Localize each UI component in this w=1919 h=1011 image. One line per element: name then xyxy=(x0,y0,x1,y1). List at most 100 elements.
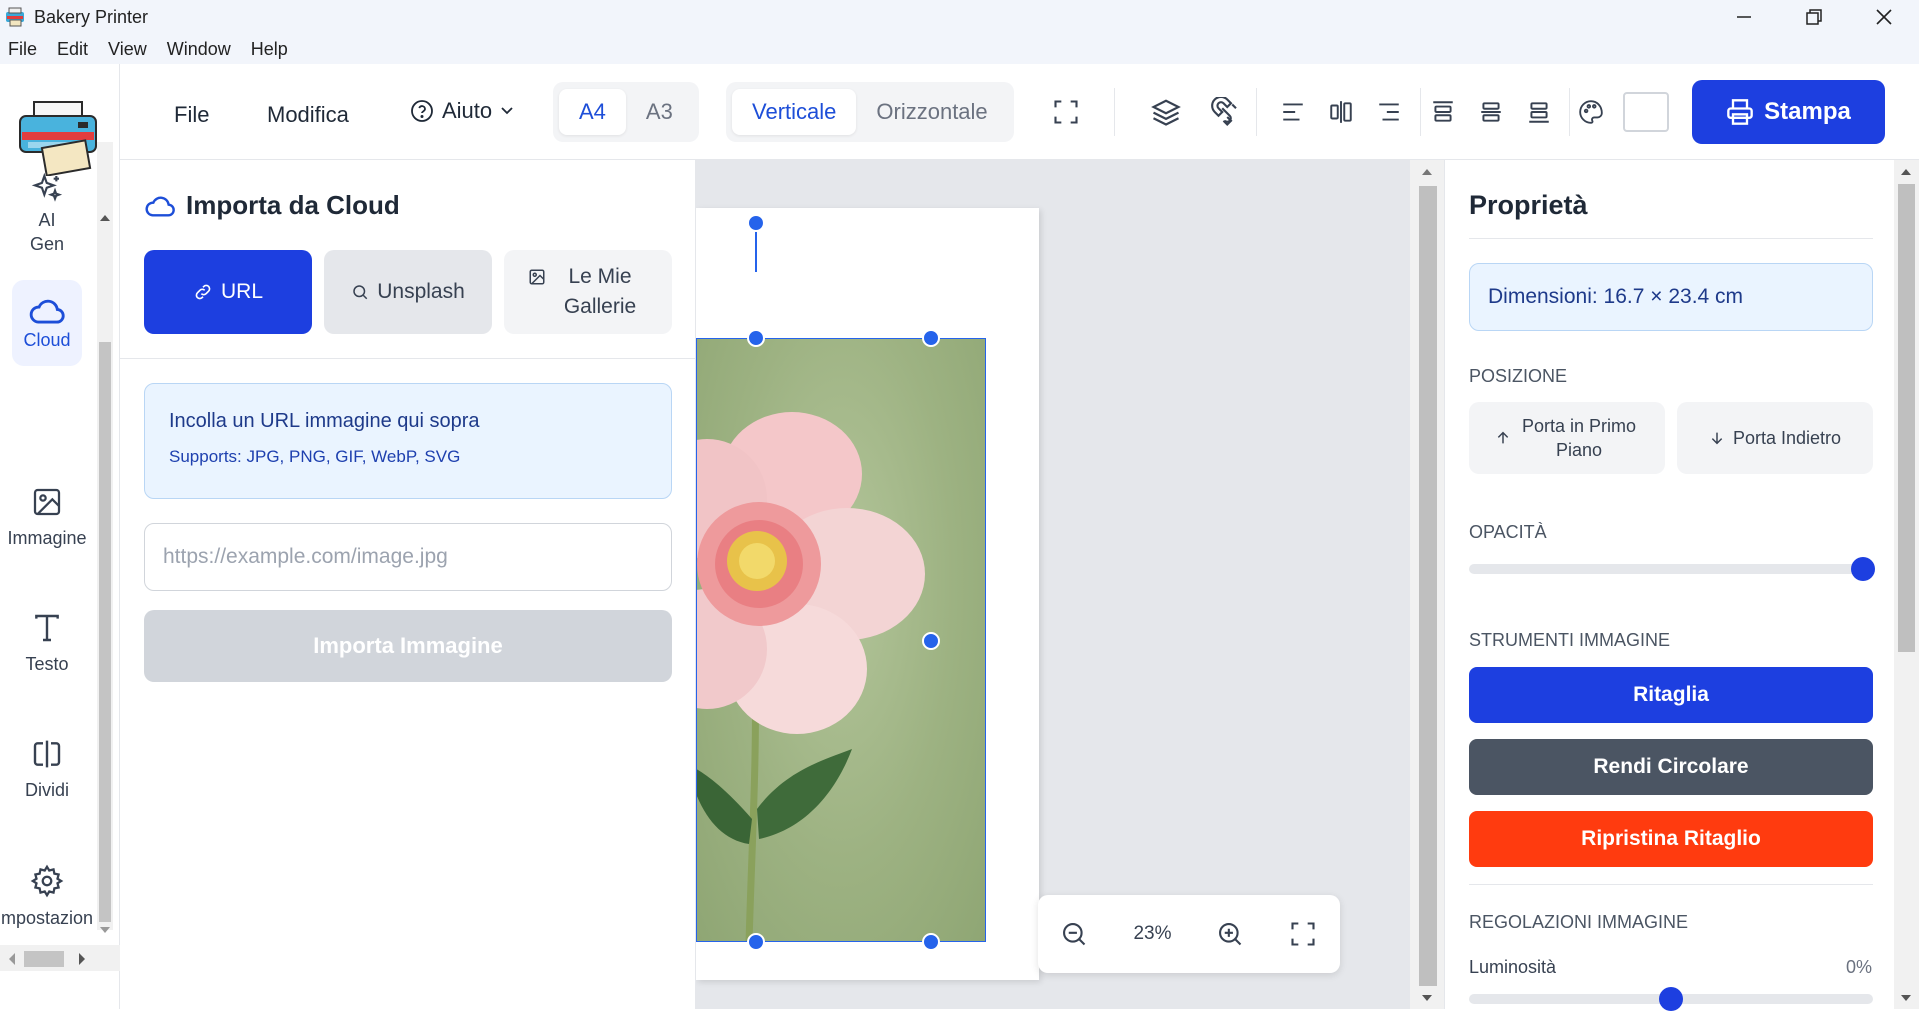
zoom-in-icon[interactable] xyxy=(1216,920,1244,948)
fullscreen-icon[interactable] xyxy=(1289,920,1317,948)
background-color-swatch[interactable] xyxy=(1623,92,1669,132)
tab-url[interactable]: URL xyxy=(144,250,312,334)
menu-edit[interactable]: Edit xyxy=(57,39,88,60)
menu-window[interactable]: Window xyxy=(167,39,231,60)
menu-help[interactable]: Help xyxy=(251,39,288,60)
restore-button[interactable] xyxy=(1779,0,1849,34)
scroll-up-icon[interactable] xyxy=(1901,168,1911,176)
properties-scrollbar-thumb[interactable] xyxy=(1898,184,1915,652)
rail-scrollbar[interactable] xyxy=(97,142,113,933)
rail-scrollbar-thumb[interactable] xyxy=(99,342,111,922)
layers-icon xyxy=(1151,99,1181,126)
info-supported-formats: Supports: JPG, PNG, GIF, WebP, SVG xyxy=(169,447,461,466)
title-bar: Bakery Printer xyxy=(0,0,1919,34)
paper-a4-option[interactable]: A4 xyxy=(559,89,626,135)
scroll-down-icon[interactable] xyxy=(1901,994,1911,1002)
image-url-input[interactable] xyxy=(144,523,672,591)
cloud-icon xyxy=(145,196,175,217)
design-canvas[interactable]: 23% xyxy=(696,160,1410,1009)
minimize-button[interactable] xyxy=(1709,0,1779,34)
image-adjustments-section-label: REGOLAZIONI IMMAGINE xyxy=(1469,912,1689,932)
palette-button[interactable] xyxy=(1573,94,1609,130)
opacity-slider-knob[interactable] xyxy=(1851,557,1875,581)
rail-cloud[interactable]: Cloud xyxy=(12,280,82,366)
properties-scrollbar[interactable] xyxy=(1894,160,1919,1009)
tab-url-label: URL xyxy=(220,280,263,303)
opacity-slider[interactable] xyxy=(1469,557,1875,581)
help-dropdown[interactable]: Aiuto xyxy=(410,98,514,124)
edit-menu-button[interactable]: Modifica xyxy=(267,102,349,128)
toolbar-divider xyxy=(1569,88,1570,136)
rail-split[interactable]: Dividi xyxy=(12,738,82,801)
brightness-slider[interactable] xyxy=(1469,987,1873,1011)
scroll-down-icon[interactable] xyxy=(1422,994,1432,1002)
rail-image-label: Immagine xyxy=(7,528,87,548)
close-button[interactable] xyxy=(1849,0,1919,34)
arrow-up-icon xyxy=(1497,431,1509,444)
crop-button[interactable]: Ritaglia xyxy=(1469,667,1873,723)
brightness-slider-knob[interactable] xyxy=(1659,987,1683,1011)
send-backward-button[interactable]: Porta Indietro xyxy=(1677,402,1873,474)
align-right-button[interactable] xyxy=(1371,94,1407,130)
rail-ai-gen[interactable]: AI Gen xyxy=(12,172,82,256)
align-right-icon xyxy=(1379,103,1399,121)
canvas-scrollbar-thumb[interactable] xyxy=(1419,186,1437,986)
align-left-button[interactable] xyxy=(1275,94,1311,130)
top-toolbar: File Modifica Aiuto A4 A3 Verticale Oriz… xyxy=(120,64,1919,160)
resize-handle-bottom-right[interactable] xyxy=(922,933,940,951)
tab-unsplash-label: Unsplash xyxy=(377,280,465,303)
tab-galleries[interactable]: Le Mie Gallerie xyxy=(504,250,672,334)
text-icon xyxy=(35,614,59,642)
file-menu-button[interactable]: File xyxy=(174,102,209,128)
resize-handle-bottom-left[interactable] xyxy=(747,933,765,951)
toolbar-divider xyxy=(1256,88,1257,136)
orientation-portrait-option[interactable]: Verticale xyxy=(732,89,857,135)
align-middle-button[interactable] xyxy=(1473,94,1509,130)
scroll-right-icon[interactable] xyxy=(78,953,86,965)
rail-image[interactable]: Immagine xyxy=(0,486,94,549)
align-bottom-button[interactable] xyxy=(1521,94,1557,130)
zoom-out-icon[interactable] xyxy=(1060,920,1088,948)
rail-split-label: Dividi xyxy=(24,780,69,800)
orientation-landscape-option[interactable]: Orizzontale xyxy=(856,89,1007,135)
canvas-scrollbar[interactable] xyxy=(1410,160,1444,1009)
toolbar-divider xyxy=(1420,88,1421,136)
rail-settings[interactable]: mpostazion xyxy=(0,864,94,929)
menu-file[interactable]: File xyxy=(8,39,37,60)
align-center-vertical-icon xyxy=(1330,101,1352,123)
rail-hscroll-thumb[interactable] xyxy=(24,951,64,967)
scroll-up-icon[interactable] xyxy=(100,214,110,222)
import-image-button[interactable]: Importa Immagine xyxy=(144,610,672,682)
orientation-toggle: Verticale Orizzontale xyxy=(726,82,1014,142)
align-top-button[interactable] xyxy=(1425,94,1461,130)
scroll-up-icon[interactable] xyxy=(1422,168,1432,176)
scroll-down-icon[interactable] xyxy=(100,926,110,934)
align-top-icon xyxy=(1433,101,1453,122)
resize-handle-right[interactable] xyxy=(922,632,940,650)
menu-view[interactable]: View xyxy=(108,39,147,60)
properties-divider xyxy=(1469,884,1873,885)
bring-to-front-label: Porta in Primo Piano xyxy=(1521,416,1637,460)
reset-crop-button[interactable]: Ripristina Ritaglio xyxy=(1469,811,1873,867)
info-main-text: Incolla un URL immagine qui sopra xyxy=(169,410,480,432)
magnet-icon xyxy=(1211,97,1237,127)
rotation-handle[interactable] xyxy=(747,214,765,232)
resize-handle-top-left[interactable] xyxy=(747,329,765,347)
align-center-button[interactable] xyxy=(1323,94,1359,130)
paper-a3-option[interactable]: A3 xyxy=(626,89,693,135)
arrow-down-icon xyxy=(1711,432,1723,445)
rail-text[interactable]: Testo xyxy=(12,612,82,675)
print-button[interactable]: Stampa xyxy=(1692,80,1885,144)
resize-handle-top-right[interactable] xyxy=(922,329,940,347)
bring-to-front-button[interactable]: Porta in Primo Piano xyxy=(1469,402,1665,474)
make-circular-button[interactable]: Rendi Circolare xyxy=(1469,739,1873,795)
bakery-printer-logo xyxy=(19,101,97,176)
rail-horizontal-scrollbar[interactable] xyxy=(0,945,120,971)
selected-image[interactable] xyxy=(696,338,986,942)
scroll-left-icon[interactable] xyxy=(8,953,16,965)
layers-button[interactable] xyxy=(1148,94,1184,130)
print-page[interactable] xyxy=(696,208,1039,980)
tab-unsplash[interactable]: Unsplash xyxy=(324,250,492,334)
snap-magnet-button[interactable] xyxy=(1208,94,1244,130)
fit-page-button[interactable] xyxy=(1048,94,1084,130)
